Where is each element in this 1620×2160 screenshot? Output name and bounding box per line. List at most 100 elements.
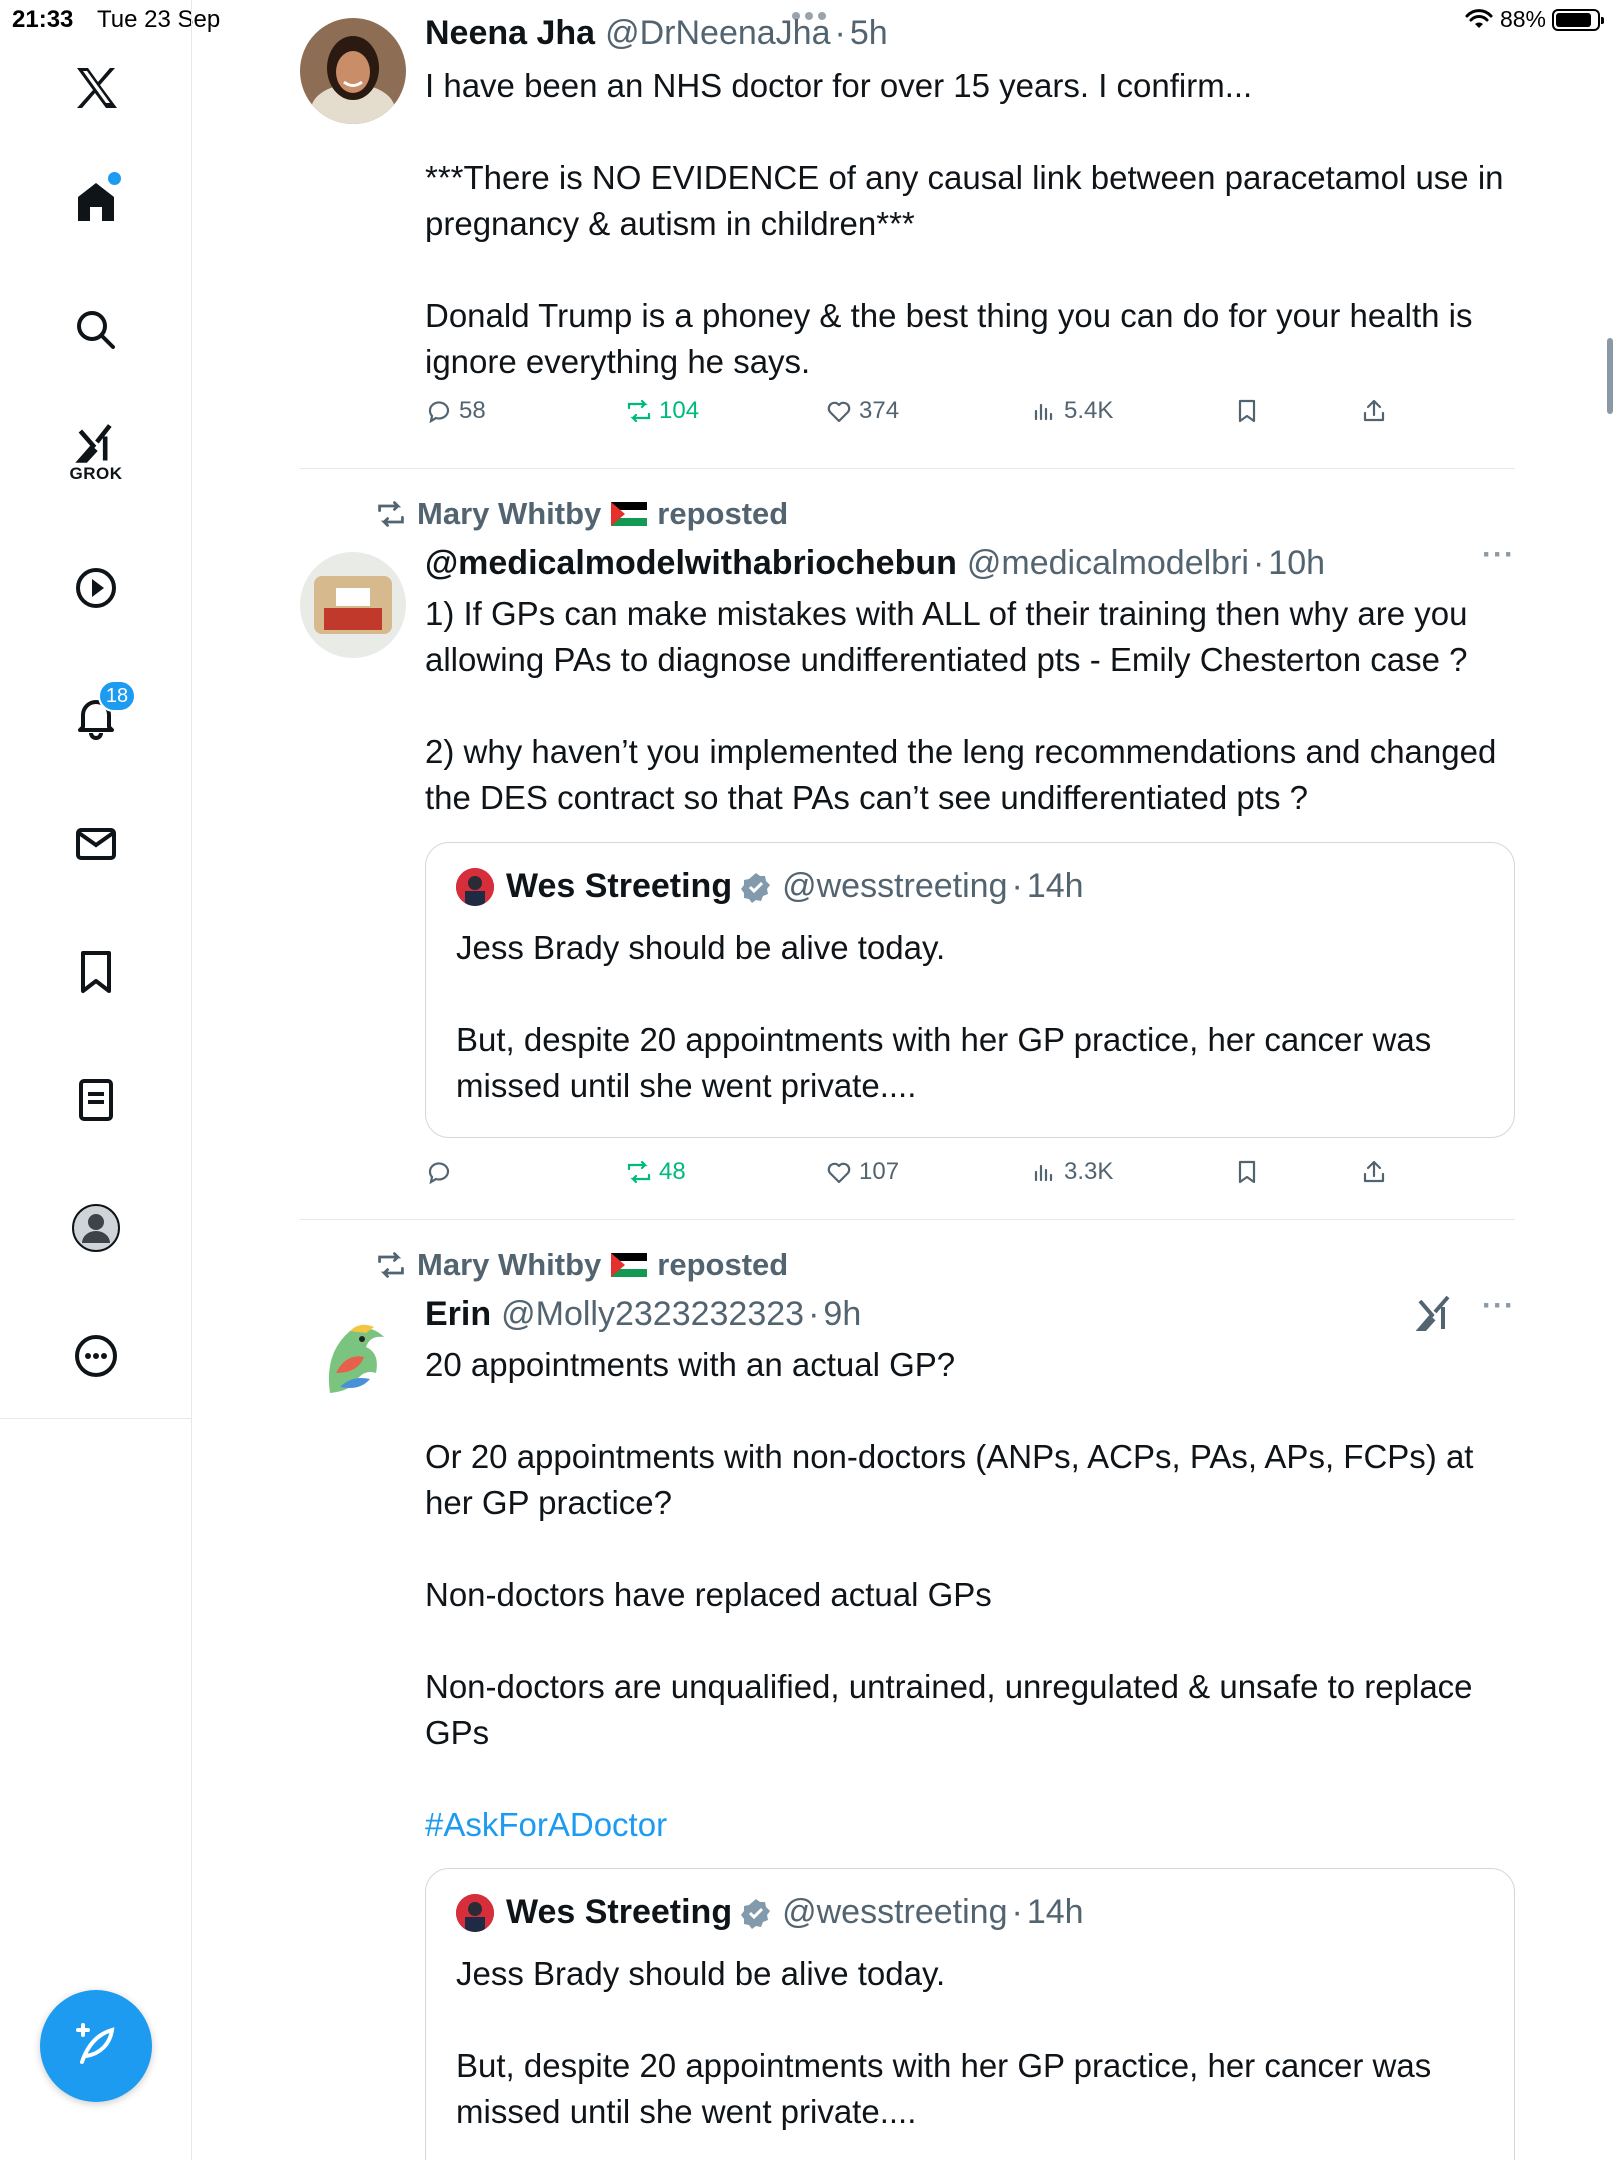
repost-icon bbox=[627, 1160, 651, 1184]
tweet-actions: 58 104 374 5.4K bbox=[425, 397, 1515, 437]
tweet-header: Neena Jha @DrNeenaJha · 5h bbox=[425, 14, 888, 53]
repost-context[interactable]: Mary Whitby reposted bbox=[375, 496, 788, 532]
avatar[interactable] bbox=[300, 552, 406, 658]
nav-more[interactable] bbox=[46, 1316, 146, 1396]
repost-context[interactable]: Mary Whitby reposted bbox=[375, 1247, 788, 1283]
tweet-paragraph: ***There is NO EVIDENCE of any causal li… bbox=[425, 159, 1504, 242]
quote-text: Jess Brady should be alive today. But, d… bbox=[456, 1951, 1484, 2135]
sidebar: GROK 18 bbox=[0, 0, 192, 2160]
grok-icon bbox=[75, 424, 112, 463]
quote-text: Jess Brady should be alive today. But, d… bbox=[456, 925, 1484, 1109]
nav-messages[interactable] bbox=[46, 804, 146, 884]
quote-avatar[interactable] bbox=[456, 867, 494, 906]
nav-home[interactable] bbox=[46, 162, 146, 242]
author-name[interactable]: @medicalmodelwithabriochebun bbox=[425, 544, 957, 583]
scrollbar[interactable] bbox=[1607, 338, 1613, 414]
author-name[interactable]: Neena Jha bbox=[425, 14, 595, 53]
repost-label: reposted bbox=[657, 1247, 789, 1282]
views-icon bbox=[1034, 1164, 1053, 1182]
nav-notifications[interactable]: 18 bbox=[46, 676, 146, 756]
x-logo-icon[interactable] bbox=[46, 48, 146, 128]
home-unread-dot bbox=[108, 172, 121, 185]
quote-paragraph: But, despite 20 appointments with her GP… bbox=[456, 1021, 1432, 1104]
repost-label: reposted bbox=[657, 496, 789, 531]
tweet-paragraph: Non-doctors have replaced actual GPs bbox=[425, 1576, 992, 1613]
views-button[interactable]: 5.4K bbox=[1030, 397, 1113, 425]
grok-label: GROK bbox=[69, 464, 123, 483]
more-options-button[interactable]: ··· bbox=[1482, 538, 1515, 572]
quote-avatar[interactable] bbox=[456, 1893, 494, 1932]
reply-icon bbox=[428, 1162, 450, 1185]
reposter-name: Mary Whitby bbox=[417, 496, 602, 531]
more-options-button[interactable]: ··· bbox=[1482, 1289, 1515, 1323]
notifications-badge: 18 bbox=[98, 680, 136, 712]
share-button[interactable] bbox=[1360, 1158, 1388, 1186]
battery-icon bbox=[1552, 8, 1604, 31]
verified-badge-icon bbox=[741, 872, 771, 903]
nav-video[interactable] bbox=[46, 548, 146, 628]
reply-button[interactable] bbox=[425, 1158, 459, 1186]
more-circle-icon bbox=[75, 1335, 117, 1377]
list-icon bbox=[79, 1079, 113, 1121]
play-icon bbox=[76, 568, 116, 608]
repost-button[interactable]: 104 bbox=[625, 397, 699, 425]
post-time[interactable]: 9h bbox=[823, 1295, 861, 1334]
quoted-tweet[interactable]: Wes Streeting @wesstreeting · 14h Jess B… bbox=[425, 1868, 1515, 2160]
tweet-actions: 48 107 3.3K bbox=[425, 1158, 1515, 1198]
post-time[interactable]: 10h bbox=[1268, 544, 1325, 583]
sidebar-divider bbox=[0, 1418, 192, 1419]
palestine-flag-icon bbox=[611, 502, 648, 526]
tweet-paragraph: Donald Trump is a phoney & the best thin… bbox=[425, 297, 1473, 380]
repost-icon bbox=[378, 1252, 404, 1278]
views-button[interactable]: 3.3K bbox=[1030, 1158, 1113, 1186]
tweet[interactable]: Mary Whitby reposted Erin @Molly23232323… bbox=[300, 1245, 1515, 2160]
quote-author-handle[interactable]: @wesstreeting bbox=[782, 1893, 1007, 1932]
quote-paragraph: Jess Brady should be alive today. bbox=[456, 1955, 946, 1992]
tweet-divider bbox=[300, 1219, 1515, 1220]
avatar[interactable] bbox=[300, 1303, 406, 1409]
avatar[interactable] bbox=[300, 18, 406, 124]
tweet[interactable]: Mary Whitby reposted @medicalmodelwithab… bbox=[300, 494, 1515, 1214]
repost-button[interactable]: 48 bbox=[625, 1158, 686, 1186]
like-button[interactable]: 374 bbox=[825, 397, 899, 425]
bookmark-button[interactable] bbox=[1233, 1158, 1261, 1186]
quote-author-handle[interactable]: @wesstreeting bbox=[782, 867, 1007, 906]
profile-avatar-icon bbox=[72, 1204, 120, 1252]
bookmark-icon bbox=[1238, 399, 1256, 423]
nav-explore[interactable] bbox=[46, 290, 146, 370]
hashtag-link[interactable]: #AskForADoctor bbox=[425, 1802, 1515, 1848]
envelope-icon bbox=[76, 828, 116, 860]
share-icon bbox=[1363, 399, 1385, 422]
nav-bookmarks[interactable] bbox=[46, 932, 146, 1012]
like-button[interactable]: 107 bbox=[825, 1158, 899, 1186]
quoted-tweet[interactable]: Wes Streeting @wesstreeting · 14h Jess B… bbox=[425, 842, 1515, 1138]
reply-icon bbox=[428, 401, 450, 424]
tweet-paragraph: Non-doctors are unqualified, untrained, … bbox=[425, 1668, 1473, 1751]
bookmark-button[interactable] bbox=[1233, 397, 1261, 425]
tweet-divider bbox=[300, 468, 1515, 469]
search-icon bbox=[77, 311, 115, 349]
author-handle[interactable]: @DrNeenaJha bbox=[605, 14, 830, 53]
tweet-paragraph: I have been an NHS doctor for over 15 ye… bbox=[425, 67, 1253, 104]
compose-post-button[interactable] bbox=[40, 1990, 152, 2102]
author-name[interactable]: Erin bbox=[425, 1295, 491, 1334]
share-button[interactable] bbox=[1360, 397, 1388, 425]
tweet-header: @medicalmodelwithabriochebun @medicalmod… bbox=[425, 544, 1326, 583]
grok-explain-icon[interactable] bbox=[1415, 1293, 1455, 1333]
heart-icon bbox=[827, 1162, 851, 1184]
nav-profile[interactable] bbox=[46, 1188, 146, 1268]
tweet-paragraph: 1) If GPs can make mistakes with ALL of … bbox=[425, 595, 1468, 678]
nav-grok[interactable]: GROK bbox=[46, 412, 146, 492]
quote-author-name[interactable]: Wes Streeting bbox=[506, 867, 732, 906]
reply-button[interactable]: 58 bbox=[425, 397, 486, 425]
quote-header: Wes Streeting @wesstreeting · 14h bbox=[456, 867, 1084, 906]
quote-time: 14h bbox=[1026, 1893, 1084, 1931]
reposter-name: Mary Whitby bbox=[417, 1247, 602, 1282]
tweet[interactable]: Neena Jha @DrNeenaJha · 5h I have been a… bbox=[300, 14, 1515, 434]
nav-lists[interactable] bbox=[46, 1060, 146, 1140]
post-time[interactable]: 5h bbox=[850, 14, 888, 53]
author-handle[interactable]: @medicalmodelbri bbox=[967, 544, 1249, 583]
palestine-flag-icon bbox=[611, 1253, 648, 1277]
quote-author-name[interactable]: Wes Streeting bbox=[506, 1893, 732, 1932]
author-handle[interactable]: @Molly2323232323 bbox=[501, 1295, 804, 1334]
